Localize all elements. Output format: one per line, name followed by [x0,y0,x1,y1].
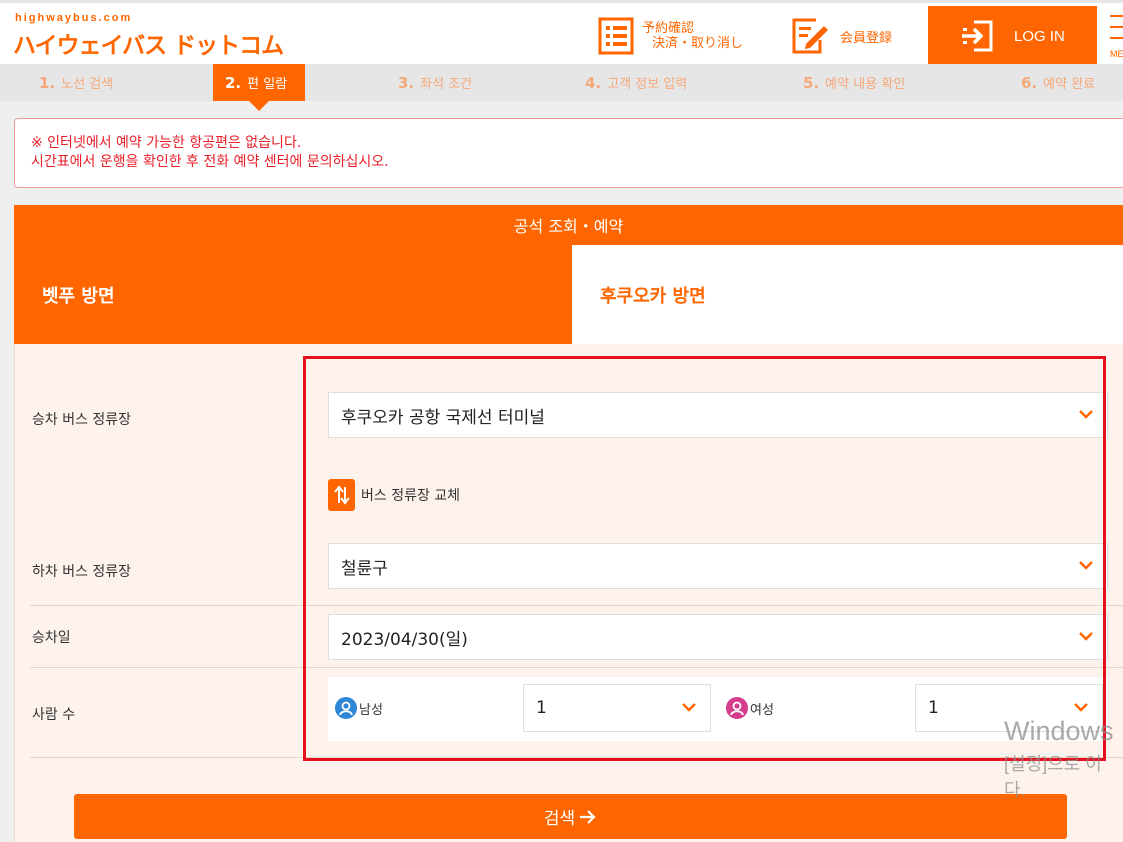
step-confirm: 5. 예약 내용 확인 [803,73,906,93]
reservation-check-label: 予約確認 [642,21,695,36]
notice-line-1: ※ 인터넷에서 예약 가능한 항공편은 없습니다. [31,135,302,151]
boarding-date-label: 승차일 [32,630,71,646]
watermark-title: Windows [1004,716,1114,746]
login-icon [962,20,993,52]
annotation-highlight-box [303,356,1106,761]
windows-activation-watermark: Windows [설정]으로 이 다. [1004,716,1114,803]
logo-domain: highwaybus.com [15,12,133,24]
step-seat-conditions: 3. 좌석 조건 [398,73,473,93]
tab-fukuoka-direction[interactable]: 후쿠오카 방면 [572,245,1123,344]
notice-line-2: 시간표에서 운행을 확인한 후 전화 예약 센터에 문의하십시오. [31,154,389,170]
site-header: highwaybus.com ハイウェイバス ドットコム 予約確認 決済・取り消… [0,0,1123,66]
payment-cancel-label: 決済・取り消し [652,36,744,51]
watermark-line-3: 다. [1004,780,1026,800]
step-route-search: 1. 노선 검색 [39,73,114,93]
watermark-line-2: [설정]으로 이 [1004,754,1102,774]
card-title: 공석 조회・예약 [14,205,1123,245]
login-label: LOG IN [1014,27,1065,45]
member-register-label: 会員登録 [840,30,893,46]
arrow-right-icon [580,809,596,824]
search-button[interactable]: 검색 [74,794,1067,839]
reservation-check-link[interactable]: 予約確認 決済・取り消し [598,14,743,58]
step-customer-info: 4. 고객 정보 입력 [585,73,688,93]
progress-steps: 1. 노선 검색 2. 편 일람 3. 좌석 조건 4. 고객 정보 입력 5. 예약 내… [0,64,1123,111]
edit-document-icon [792,18,828,54]
passenger-count-label: 사람 수 [32,707,76,723]
menu-label: MENU [1110,49,1123,59]
step-schedule-list: 2. 편 일람 [213,64,305,111]
alighting-stop-label: 하차 버스 정류장 [32,564,132,580]
step-complete: 6. 예약 완료 [1021,73,1096,93]
search-button-label: 검색 [543,809,576,829]
login-button[interactable]: LOG IN [928,6,1097,66]
tab-beppu-direction[interactable]: 벳푸 방면 [14,245,572,358]
menu-button[interactable]: MENU [1108,9,1123,65]
boarding-stop-label: 승차 버스 정류장 [32,412,132,428]
member-register-link[interactable]: 会員登録 [790,14,892,58]
no-booking-notice: ※ 인터넷에서 예약 가능한 항공편은 없습니다. 시간표에서 운행을 확인한 … [14,118,1123,188]
site-logo[interactable]: ハイウェイバス ドットコム [13,26,284,60]
list-icon [598,17,634,55]
